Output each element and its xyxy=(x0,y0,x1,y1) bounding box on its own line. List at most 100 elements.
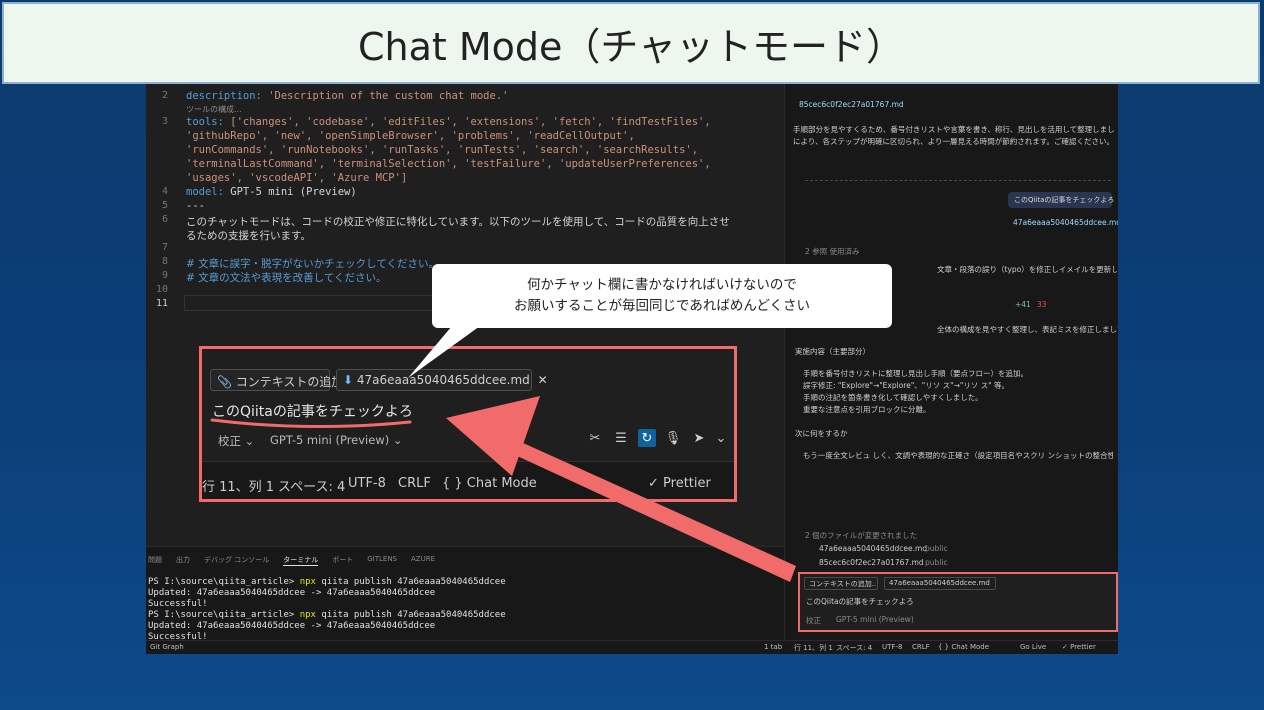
changed-file-2[interactable]: 85cec6c0f2ec27a01767.md xyxy=(819,558,924,567)
assistant-text-1b: により、各ステップが明確に区切られ、より一層見える時間が節約されます。ご確認くだ… xyxy=(793,137,1114,146)
status-language[interactable]: { } Chat Mode xyxy=(442,476,537,491)
add-context-button[interactable]: 📎 コンテキストの追加... xyxy=(210,369,355,391)
status-spaces[interactable]: スペース: 4 xyxy=(278,476,345,495)
attached-file-chip[interactable]: ⬇ 47a6eaaa5040465ddcee.md ✕ xyxy=(336,369,548,391)
close-icon[interactable]: ✕ xyxy=(538,373,548,387)
model-select[interactable]: GPT-5 mini (Preview) ⌄ xyxy=(270,433,403,447)
tab-azure[interactable]: AZURE xyxy=(411,555,435,566)
tab-terminal[interactable]: ターミナル xyxy=(283,555,319,566)
callout-line-2: お願いすることが毎回同じであればめんどくさい xyxy=(513,298,811,314)
line-number: 3 xyxy=(161,116,168,127)
user-message-text: このQiitaの記事をチェックよろ xyxy=(1014,196,1115,204)
chat-input-small[interactable]: コンテキストの追加... 47a6eaaa5040465ddcee.md このQ… xyxy=(798,572,1118,632)
line-number: 6 xyxy=(161,214,168,225)
tab-ports[interactable]: ポート xyxy=(332,555,353,566)
status-encoding[interactable]: UTF-8 xyxy=(348,476,386,491)
status-prettier[interactable]: ✓ Prettier xyxy=(648,476,711,491)
chevron-down-icon: ⌄ xyxy=(392,433,403,447)
markdown-heading: # 文章の文法や表現を改善してください。 xyxy=(186,272,387,284)
terminal-line: PS I:\source\qiita_article> npx qiita pu… xyxy=(148,610,506,620)
small-model-select[interactable]: GPT-5 mini (Preview) xyxy=(836,615,914,624)
status-tab[interactable]: 1 tab xyxy=(764,643,782,651)
file-chip-small[interactable]: 47a6eaaa5040465ddcee.md xyxy=(884,577,996,590)
used-references-toggle[interactable]: 2 参照 使用済み xyxy=(805,246,860,257)
chevron-down-icon: ⌄ xyxy=(244,434,255,448)
user-file-reference[interactable]: 47a6eaaa5040465ddcee.md xyxy=(1013,218,1118,227)
yaml-key-description: description xyxy=(186,90,256,102)
diff-deletions: 33 xyxy=(1037,300,1047,309)
status-language[interactable]: { } Chat Mode xyxy=(938,643,989,651)
chat-toolbar: ✂ ☰ ↻ 🎙 ➤ ⌄ xyxy=(586,429,726,447)
model-label: GPT-5 mini (Preview) xyxy=(270,433,390,447)
terminal-line: PS I:\source\qiita_article> npx qiita pu… xyxy=(148,577,506,587)
status-eol[interactable]: CRLF xyxy=(912,643,930,651)
next-bullet: もう一度全文レビュ しく、文調や表現的な正確さ（設定項目名やスクリ ンショットの… xyxy=(803,451,1113,460)
body-text: このチャットモードは、コードの校正や修正に特化しています。以下のツールを使用して… xyxy=(186,216,730,228)
tab-gitlens[interactable]: GITLENS xyxy=(367,555,397,566)
next-heading: 次に何をするか xyxy=(795,429,848,438)
tab-problems[interactable]: 問題 xyxy=(148,555,162,566)
tab-output[interactable]: 出力 xyxy=(176,555,190,566)
changed-file-2-dir: public xyxy=(925,558,948,567)
tools-icon[interactable]: ✂ xyxy=(586,429,604,447)
callout-line-1: 何かチャット欄に書かなければいけないので xyxy=(527,277,797,293)
impl-bullet-1: 手順を番号付きリストに整理し見出し手順（要点フロー）を追加。 xyxy=(803,369,1028,378)
line-number: 5 xyxy=(161,200,168,211)
impl-heading: 実施内容（主要部分） xyxy=(795,347,870,356)
panel-tabs: 問題 出力 デバッグ コンソール ターミナル ポート GITLENS AZURE xyxy=(146,555,435,566)
chat-input-field[interactable]: このQiitaの記事をチェックよろ xyxy=(212,401,413,421)
impl-bullet-2: 誤字修正: "Explore"→"Explore"、"リソ ス"→"リソ ス" … xyxy=(803,381,1010,390)
line-number: 2 xyxy=(161,90,168,101)
zoomed-status-bar: 行 11、列 1 スペース: 4 UTF-8 CRLF { } Chat Mod… xyxy=(202,461,734,499)
diff-additions: +41 xyxy=(1015,300,1031,309)
zoomed-chat-input[interactable]: 📎 コンテキストの追加... ⬇ 47a6eaaa5040465ddcee.md… xyxy=(199,346,737,502)
list-icon[interactable]: ☰ xyxy=(612,429,630,447)
chip-label: コンテキストの追加... xyxy=(809,580,878,588)
yaml-key-tools: tools xyxy=(186,116,218,128)
slide-title-banner: Chat Mode（チャットモード） xyxy=(2,2,1260,84)
divider xyxy=(805,180,1111,181)
yaml-separator: --- xyxy=(186,200,205,212)
chip-label: 47a6eaaa5040465ddcee.md xyxy=(889,579,990,587)
mode-label: 校正 xyxy=(218,434,241,448)
send-icon[interactable]: ➤ xyxy=(690,429,708,447)
assistant-text-1: 手順部分を見やすくるため、番号付きリストや言葉を書き、称行、見出しを活用して整理… xyxy=(793,125,1115,134)
yaml-value: 'usages', 'vscodeAPI', 'Azure MCP'] xyxy=(186,172,408,184)
body-text: るための支援を行います。 xyxy=(186,230,311,242)
chat-panel: 85cec6c0f2ec27a01767.md 手順部分を見やすくるため、番号付… xyxy=(784,84,1118,654)
status-encoding[interactable]: UTF-8 xyxy=(882,643,902,651)
yaml-value: GPT-5 mini (Preview) xyxy=(230,186,357,198)
yaml-value: 'githubRepo', 'new', 'openSimpleBrowser'… xyxy=(186,130,635,142)
status-prettier[interactable]: ✓ Prettier xyxy=(1062,643,1096,651)
terminal-line: Successful! xyxy=(148,599,208,609)
status-position[interactable]: 行 11、列 1 xyxy=(794,643,833,653)
status-position[interactable]: 行 11、列 1 xyxy=(202,476,274,495)
download-arrow-icon: ⬇ xyxy=(343,373,354,387)
status-git-graph[interactable]: Git Graph xyxy=(150,643,184,651)
terminal-line: Updated: 47a6eaaa5040465ddcee -> 47a6eaa… xyxy=(148,621,436,631)
changed-file-1-dir: public xyxy=(925,544,948,553)
chevron-down-icon[interactable]: ⌄ xyxy=(716,429,727,447)
refresh-icon[interactable]: ↻ xyxy=(638,429,656,447)
yaml-value: 'runCommands', 'runNotebooks', 'runTasks… xyxy=(186,144,699,156)
mode-select[interactable]: 校正 ⌄ xyxy=(218,433,254,449)
line-number: 8 xyxy=(161,256,168,267)
terminal-panel[interactable]: 問題 出力 デバッグ コンソール ターミナル ポート GITLENS AZURE… xyxy=(146,546,784,654)
add-context-chip-small[interactable]: コンテキストの追加... xyxy=(804,577,878,590)
changed-file-1[interactable]: 47a6eaaa5040465ddcee.md xyxy=(819,544,927,553)
microphone-icon[interactable]: 🎙 xyxy=(664,429,682,447)
small-input-text[interactable]: このQiitaの記事をチェックよろ xyxy=(806,596,914,607)
small-mode-select[interactable]: 校正 xyxy=(806,615,821,626)
tab-debug-console[interactable]: デバッグ コンソール xyxy=(204,555,269,566)
assistant-text-3: 全体の構成を見やすく整理し、表記ミスを修正しました。 xyxy=(937,325,1118,334)
configure-tools-hint[interactable]: ツールの構成... xyxy=(186,104,242,115)
file-reference-top[interactable]: 85cec6c0f2ec27a01767.md xyxy=(799,100,904,109)
yaml-key-model: model xyxy=(186,186,218,198)
user-message-bubble: このQiitaの記事をチェックよろ xyxy=(1008,192,1115,208)
changed-files-label[interactable]: 2 個のファイルが変更されました xyxy=(805,530,917,541)
status-eol[interactable]: CRLF xyxy=(398,476,431,491)
line-number: 10 xyxy=(155,284,168,295)
yaml-value: 'Description of the custom chat mode.' xyxy=(268,90,509,102)
status-go-live[interactable]: Go Live xyxy=(1020,643,1046,651)
status-spaces[interactable]: スペース: 4 xyxy=(836,643,872,653)
